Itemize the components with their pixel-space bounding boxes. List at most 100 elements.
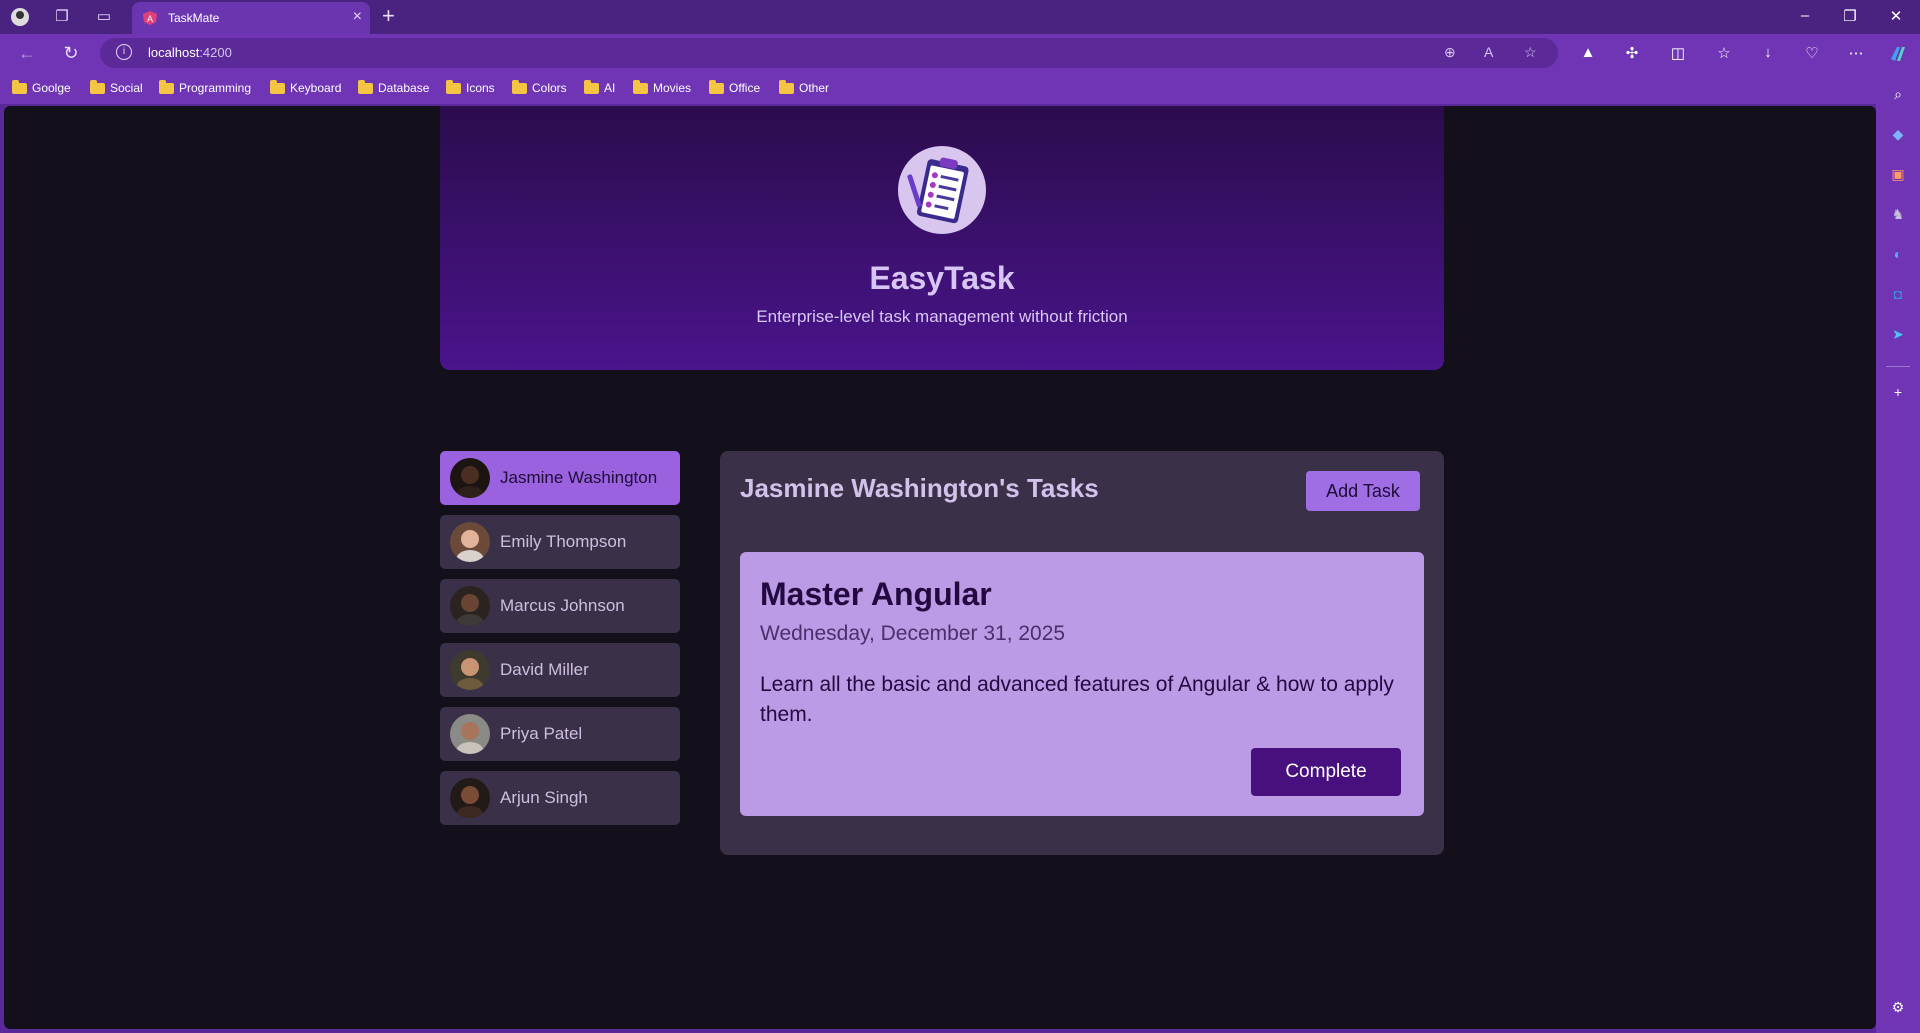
avatar	[450, 778, 490, 818]
favorite-star-icon[interactable]: ☆	[1524, 44, 1537, 61]
add-task-button[interactable]: Add Task	[1306, 471, 1420, 511]
outlook-icon[interactable]: ◘	[1888, 284, 1908, 304]
bookmark-folder[interactable]: Programming	[159, 79, 252, 96]
folder-icon	[512, 79, 527, 94]
user-name: Emily Thompson	[500, 532, 627, 551]
microsoft-365-icon[interactable]: ◐	[1888, 244, 1908, 264]
tab-title: TaskMate	[168, 11, 220, 25]
split-screen-icon[interactable]: ◫	[1668, 44, 1688, 62]
bookmark-folder[interactable]: Goolge	[12, 79, 71, 96]
restore-icon[interactable]: ❐	[1840, 7, 1860, 25]
bookmark-label: Other	[799, 81, 830, 95]
url-host: localhost	[148, 45, 200, 60]
user-item[interactable]: Marcus Johnson	[440, 579, 680, 633]
folder-icon	[446, 79, 461, 94]
bookmark-label: Programming	[179, 81, 252, 95]
user-item[interactable]: Jasmine Washington	[440, 451, 680, 505]
avatar	[450, 458, 490, 498]
site-info-icon[interactable]: i	[116, 44, 132, 60]
minimize-icon[interactable]: –	[1795, 7, 1815, 24]
user-name: Arjun Singh	[500, 788, 588, 807]
sidebar-divider	[1886, 366, 1910, 367]
folder-icon	[709, 79, 724, 94]
avatar	[450, 522, 490, 562]
url-text[interactable]: localhost:4200	[148, 45, 232, 60]
bookmark-folder[interactable]: Social	[90, 79, 143, 96]
bookmark-label: Goolge	[32, 81, 71, 95]
extension-triangle-icon[interactable]: ▲	[1578, 44, 1598, 61]
bookmark-folder[interactable]: Office	[709, 79, 761, 96]
folder-icon	[584, 79, 599, 94]
complete-button[interactable]: Complete	[1251, 748, 1401, 796]
extensions-icon[interactable]: ✣	[1622, 44, 1642, 62]
avatar	[450, 714, 490, 754]
edge-sidebar: ⌕ ◆ ▣ ♞ ◐ ◘ ➤ + ⚙	[1876, 72, 1920, 1033]
back-icon[interactable]: ←	[16, 42, 38, 64]
bookmark-label: Database	[378, 81, 430, 95]
bookmark-label: Colors	[532, 81, 567, 95]
downloads-icon[interactable]: ↓	[1758, 44, 1778, 61]
avatar	[450, 586, 490, 626]
folder-icon	[358, 79, 373, 94]
angular-favicon-icon: A	[142, 10, 158, 26]
close-tab-icon[interactable]: ×	[353, 8, 362, 26]
task-card: Master Angular Wednesday, December 31, 2…	[740, 552, 1424, 816]
address-bar[interactable]: i localhost:4200 ⊕ A ☆	[100, 38, 1558, 68]
bookmark-label: Icons	[466, 81, 495, 95]
bookmark-label: Keyboard	[290, 81, 342, 95]
browser-toolbar: ← ↻ i localhost:4200 ⊕ A ☆ ▲ ✣ ◫ ☆ ↓ ♡ ⋯	[0, 34, 1920, 72]
app-subtitle: Enterprise-level task management without…	[756, 307, 1128, 326]
avatar	[450, 650, 490, 690]
bookmark-folder[interactable]: Keyboard	[270, 79, 342, 96]
folder-icon	[90, 79, 105, 94]
task-description: Learn all the basic and advanced feature…	[760, 673, 1394, 726]
search-icon[interactable]: ⌕	[1888, 84, 1908, 104]
user-list: Jasmine Washington Emily Thompson Marcus…	[440, 451, 680, 835]
games-icon[interactable]: ♞	[1888, 204, 1908, 224]
vertical-tabs-icon[interactable]: ▭	[94, 7, 114, 27]
bookmark-label: Office	[729, 81, 761, 95]
favorites-icon[interactable]: ☆	[1714, 44, 1734, 62]
bookmark-folder[interactable]: Icons	[446, 79, 495, 96]
clipboard-logo-icon	[896, 144, 988, 236]
refresh-icon[interactable]: ↻	[60, 42, 82, 64]
read-aloud-icon[interactable]: A	[1484, 44, 1493, 60]
bookmark-folder[interactable]: Movies	[633, 79, 692, 96]
user-item[interactable]: David Miller	[440, 643, 680, 697]
bookmark-folder[interactable]: Database	[358, 79, 430, 96]
copilot-icon[interactable]	[1888, 44, 1908, 68]
new-tab-icon[interactable]: +	[382, 5, 395, 27]
bookmark-label: Social	[110, 81, 143, 95]
bookmark-folder[interactable]: Colors	[512, 79, 567, 96]
browser-essentials-icon[interactable]: ♡	[1802, 44, 1822, 62]
user-item[interactable]: Priya Patel	[440, 707, 680, 761]
page-viewport: EasyTask Enterprise-level task managemen…	[4, 106, 1876, 1029]
app-title: EasyTask	[869, 260, 1015, 296]
bookmark-label: AI	[604, 81, 616, 95]
profile-avatar-icon[interactable]	[10, 7, 30, 27]
user-name: David Miller	[500, 660, 589, 679]
close-window-icon[interactable]: ✕	[1886, 7, 1906, 25]
browser-tab[interactable]: A TaskMate ×	[132, 2, 370, 34]
zoom-icon[interactable]: ⊕	[1444, 44, 1456, 61]
user-name: Priya Patel	[500, 724, 583, 743]
tasks-heading: Jasmine Washington's Tasks	[740, 473, 1099, 503]
workspaces-icon[interactable]: ❐	[52, 7, 72, 27]
send-icon[interactable]: ➤	[1888, 324, 1908, 344]
task-date: Wednesday, December 31, 2025	[760, 622, 1066, 645]
settings-icon[interactable]: ⚙	[1888, 997, 1908, 1017]
shopping-tag-icon[interactable]: ◆	[1888, 124, 1908, 144]
bookmark-label: Movies	[653, 81, 692, 95]
user-name: Marcus Johnson	[500, 596, 625, 615]
folder-icon	[159, 79, 174, 94]
bookmark-folder[interactable]: AI	[584, 79, 616, 96]
bookmark-folder[interactable]: Other	[779, 79, 830, 96]
user-item[interactable]: Emily Thompson	[440, 515, 680, 569]
more-options-icon[interactable]: ⋯	[1846, 44, 1866, 62]
svg-text:A: A	[147, 14, 153, 24]
add-icon[interactable]: +	[1888, 382, 1908, 402]
folder-icon	[12, 79, 27, 94]
task-title: Master Angular	[760, 576, 992, 612]
user-item[interactable]: Arjun Singh	[440, 771, 680, 825]
tools-icon[interactable]: ▣	[1888, 164, 1908, 184]
